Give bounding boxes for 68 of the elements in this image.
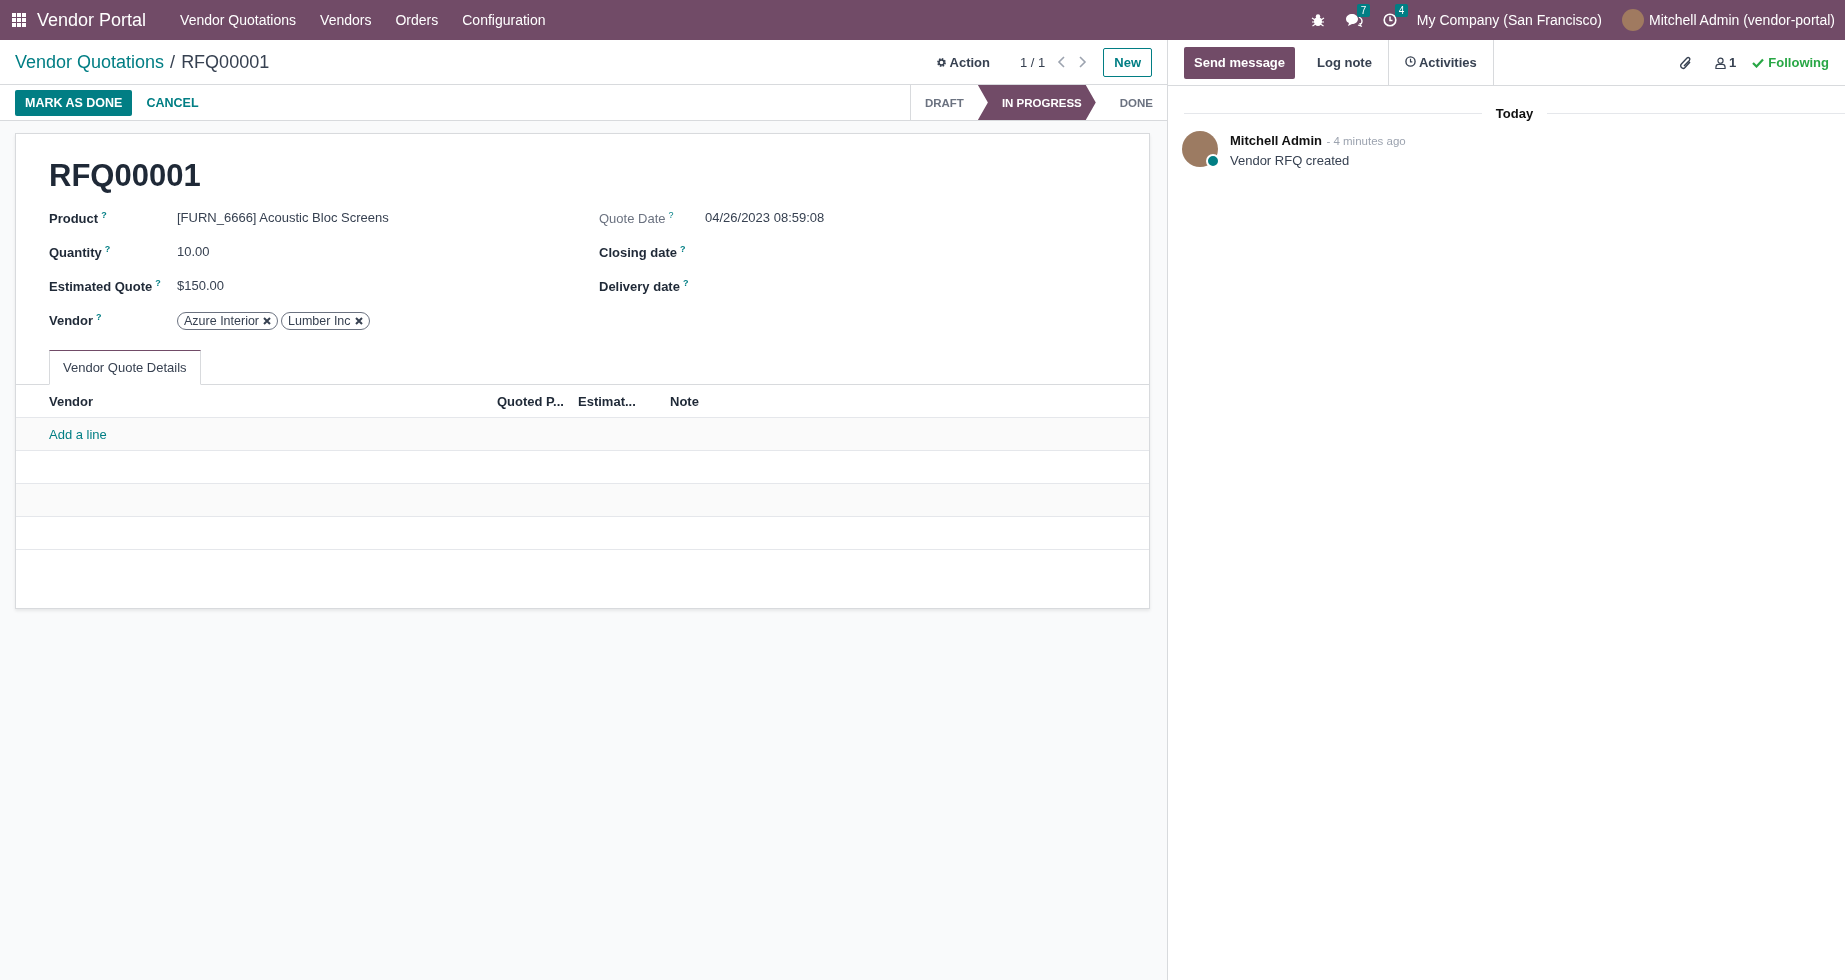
breadcrumb-separator: / bbox=[170, 51, 176, 73]
column-header[interactable]: Vendor bbox=[49, 393, 497, 409]
date-separator: Today bbox=[1494, 106, 1535, 121]
user-name: Mitchell Admin (vendor-portal) bbox=[1649, 12, 1835, 28]
cancel-button[interactable]: CANCEL bbox=[136, 89, 209, 116]
activities-button[interactable]: Activities bbox=[1387, 40, 1494, 85]
column-header[interactable]: Quoted P... bbox=[497, 393, 578, 409]
help-tooltip-icon[interactable]: ? bbox=[104, 244, 111, 254]
help-tooltip-icon[interactable]: ? bbox=[668, 210, 674, 220]
mark-as-done-button[interactable]: MARK AS DONE bbox=[15, 89, 133, 116]
field-label: Vendor $^{?}$ bbox=[49, 312, 103, 331]
help-tooltip-icon[interactable]: ? bbox=[682, 278, 689, 288]
field-label: Quote Date $^{?}$ bbox=[599, 210, 675, 229]
help-tooltip-icon[interactable]: ? bbox=[155, 278, 161, 288]
field-value[interactable]: 04/26/2023 08:59:08 bbox=[705, 210, 825, 225]
menu-item[interactable]: Orders bbox=[383, 12, 451, 28]
check-icon bbox=[1752, 57, 1765, 68]
apps-menu-icon[interactable] bbox=[12, 12, 27, 28]
field-value[interactable]: $150.00 bbox=[177, 278, 224, 293]
user-menu[interactable]: Mitchell Admin (vendor-portal) bbox=[1622, 9, 1835, 31]
message-count-badge: 7 bbox=[1356, 4, 1371, 17]
breadcrumb-current: RFQ00001 bbox=[181, 51, 270, 73]
remove-icon[interactable] bbox=[354, 317, 363, 325]
breadcrumb-link[interactable]: Vendor Quotations bbox=[15, 51, 165, 73]
notebook-tab[interactable]: Vendor Quote Details bbox=[49, 350, 201, 385]
field-label: Product $^{?}$ bbox=[49, 210, 108, 229]
send-message-button[interactable]: Send message bbox=[1184, 46, 1296, 79]
user-avatar bbox=[1622, 9, 1645, 31]
field-label: Closing date $^{?}$ bbox=[599, 244, 687, 263]
paperclip-icon[interactable] bbox=[1679, 54, 1694, 71]
bug-icon[interactable] bbox=[1310, 13, 1325, 27]
field-label: Estimated Quote $^{?}$ bbox=[49, 278, 162, 297]
clock-icon bbox=[1404, 56, 1416, 67]
field-label: Delivery date $^{?}$ bbox=[599, 278, 690, 297]
chat-icon[interactable] bbox=[1344, 13, 1363, 27]
message-time: - 4 minutes ago bbox=[1326, 135, 1406, 147]
field-value[interactable]: 10.00 bbox=[177, 244, 210, 259]
activity-count-badge: 4 bbox=[1394, 4, 1409, 17]
action-menu[interactable]: Action bbox=[935, 54, 990, 70]
new-button[interactable]: New bbox=[1103, 47, 1152, 77]
menu-item[interactable]: Vendor Quotations bbox=[168, 12, 309, 28]
action-label: Action bbox=[949, 54, 990, 70]
gear-icon bbox=[935, 56, 947, 68]
help-tooltip-icon[interactable]: ? bbox=[96, 312, 102, 322]
menu-item[interactable]: Vendors bbox=[308, 12, 384, 28]
app-name[interactable]: Vendor Portal bbox=[37, 9, 147, 31]
tag-label: Azure Interior bbox=[184, 314, 260, 328]
add-line-link[interactable]: Add a line bbox=[49, 426, 107, 442]
followers-button[interactable]: 1 bbox=[1715, 55, 1737, 70]
clock-icon[interactable] bbox=[1382, 13, 1397, 27]
message-body: Vendor RFQ created bbox=[1230, 153, 1351, 168]
menu-item[interactable]: Configuration bbox=[450, 12, 558, 28]
tag-label: Lumber Inc bbox=[288, 314, 351, 328]
record-title: RFQ00001 bbox=[49, 158, 202, 194]
remove-icon[interactable] bbox=[263, 317, 272, 325]
following-label: Following bbox=[1768, 55, 1829, 70]
column-header[interactable]: Note bbox=[670, 393, 699, 409]
company-switcher[interactable]: My Company (San Francisco) bbox=[1416, 12, 1603, 28]
pager-value[interactable]: 1 / 1 bbox=[1019, 54, 1046, 70]
followers-count: 1 bbox=[1729, 55, 1737, 70]
status-stage[interactable]: IN PROGRESS bbox=[977, 85, 1096, 120]
column-header[interactable]: Estimat... bbox=[578, 393, 670, 409]
help-tooltip-icon[interactable]: ? bbox=[680, 244, 686, 254]
message-author[interactable]: Mitchell Admin bbox=[1230, 133, 1322, 148]
field-value[interactable]: [FURN_6666] Acoustic Bloc Screens bbox=[177, 210, 389, 225]
help-tooltip-icon[interactable]: ? bbox=[101, 210, 107, 220]
field-label: Quantity $^{?}$ bbox=[49, 244, 112, 263]
person-icon bbox=[1715, 56, 1727, 69]
